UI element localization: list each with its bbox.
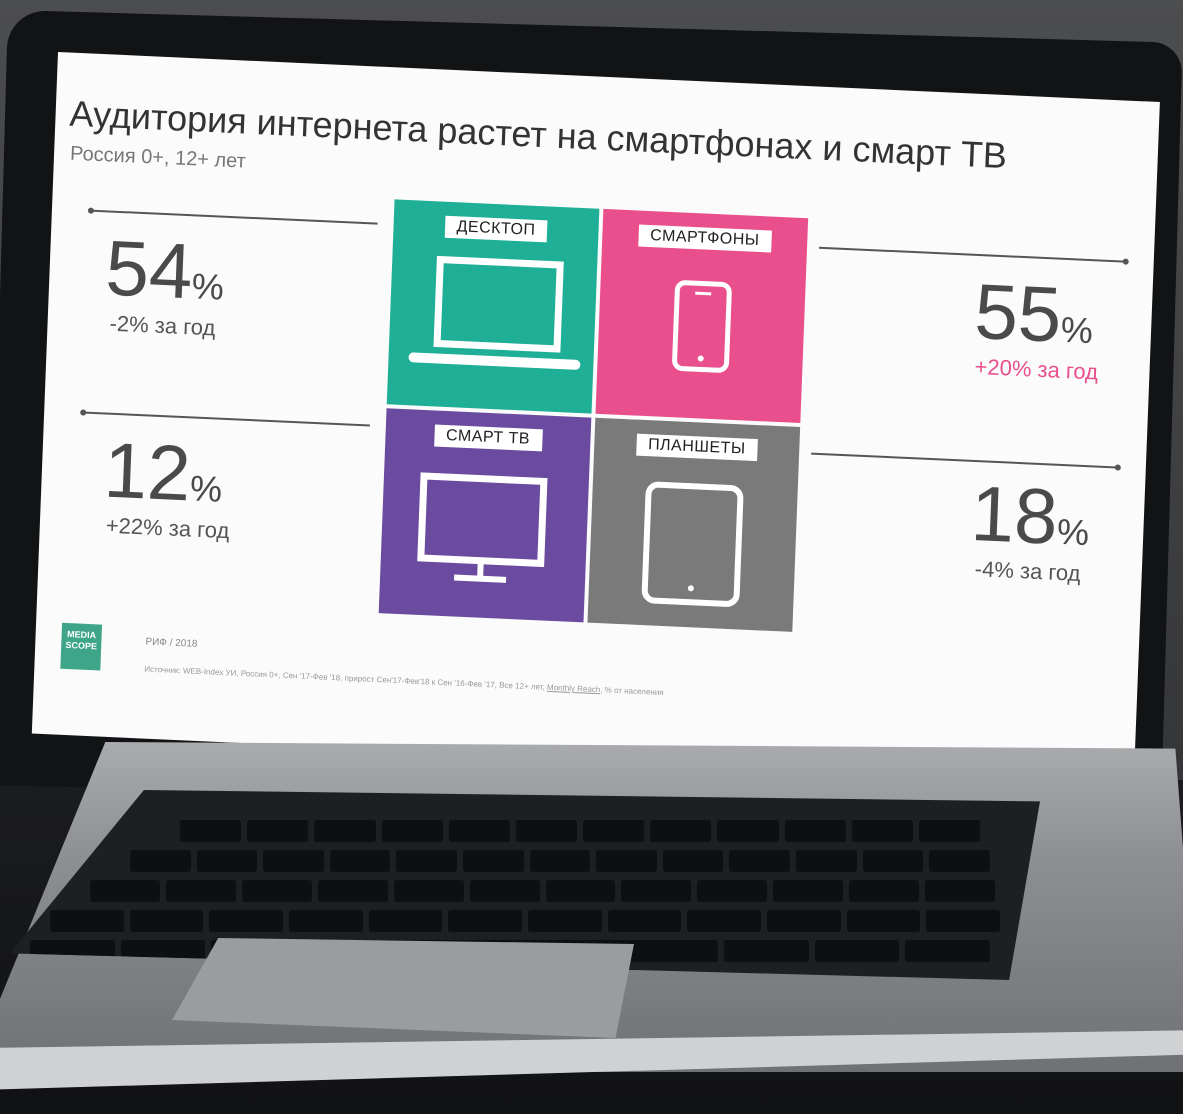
key-row [10, 880, 1040, 902]
key [469, 880, 540, 902]
stat-line [819, 246, 1125, 263]
key [784, 820, 846, 842]
stat-smart-tv: 12% +22% за год [44, 409, 374, 543]
tablet-icon [641, 481, 744, 607]
key [448, 820, 510, 842]
key [50, 910, 124, 932]
key [767, 910, 841, 932]
laptop-photo: Аудитория интернета растет на смартфонах… [0, 0, 1183, 1114]
key [918, 820, 981, 842]
key [926, 910, 1001, 932]
stat-line-dot [1122, 258, 1129, 265]
key [241, 880, 312, 902]
key [515, 820, 578, 842]
key [724, 940, 809, 962]
key [621, 880, 692, 902]
monitor-icon [417, 472, 548, 583]
laptop-icon [408, 255, 581, 370]
key [314, 820, 376, 842]
slide-subtitle: Россия 0+, 12+ лет [69, 142, 247, 173]
key [814, 940, 900, 962]
key [773, 880, 844, 902]
stat-line [811, 452, 1117, 469]
key [729, 850, 791, 872]
key [846, 910, 921, 932]
key [289, 910, 363, 932]
key [463, 850, 524, 872]
key [329, 850, 391, 872]
mediascope-logo: MEDIA SCOPE [60, 622, 103, 671]
source-text: Источник: WEB-Index УИ, Россия 0+, Сен '… [144, 664, 548, 692]
footer-rif: РИФ / 2018 [145, 636, 198, 650]
key [905, 940, 990, 962]
stat-change: +22% за год [105, 512, 230, 544]
stat-smartphones: 55% +20% за год [819, 246, 1149, 384]
tile-desktop: ДЕСКТОП [386, 199, 600, 414]
key [851, 820, 913, 842]
key-row [10, 850, 1040, 872]
key [368, 910, 443, 932]
key [180, 820, 242, 842]
key [583, 820, 645, 842]
key [209, 910, 284, 932]
key [196, 850, 258, 872]
key [929, 850, 990, 872]
stat-change: +20% за год [974, 353, 1099, 385]
key [90, 880, 160, 902]
key [849, 880, 920, 902]
laptop-screen: Аудитория интернета растет на смартфонах… [31, 52, 1160, 784]
tile-smartphones: СМАРТФОНЫ [595, 208, 809, 424]
key [607, 910, 682, 932]
key [596, 850, 657, 872]
key [662, 850, 724, 872]
stat-change: -4% за год [974, 556, 1082, 586]
key [165, 880, 236, 902]
stat-desktop: 54% -2% за год [52, 207, 382, 340]
device-tiles: ДЕСКТОП СМАРТФОНЫ СМАРТ ТВ ПЛАНШЕТЫ [378, 199, 810, 632]
tile-tablets: ПЛАНШЕТЫ [587, 417, 801, 632]
key [528, 910, 602, 932]
key [697, 880, 768, 902]
key [925, 880, 996, 902]
key [129, 910, 204, 932]
key [862, 850, 924, 872]
stat-tablets: 18% -4% за год [811, 452, 1141, 586]
key [247, 820, 309, 842]
key [796, 850, 857, 872]
key [263, 850, 324, 872]
source-link: Monthly Reach [546, 682, 601, 695]
key [393, 880, 464, 902]
logo-line: SCOPE [65, 639, 98, 652]
stat-line [82, 411, 370, 427]
key [317, 880, 388, 902]
key [448, 910, 523, 932]
key-row [10, 820, 1040, 842]
smartphone-icon [672, 280, 732, 373]
key [545, 880, 616, 902]
key [687, 910, 762, 932]
key [396, 850, 458, 872]
stat-line-dot [1114, 464, 1121, 471]
tile-smart-tv: СМАРТ ТВ [378, 408, 592, 623]
key [717, 820, 779, 842]
key [529, 850, 591, 872]
footer-source: Источник: WEB-Index УИ, Россия 0+, Сен '… [144, 665, 664, 698]
key [130, 850, 191, 872]
stat-change: -2% за год [109, 310, 216, 341]
key [381, 820, 443, 842]
key-row [10, 910, 1040, 932]
source-tail: , % от населения [600, 685, 664, 698]
key [650, 820, 712, 842]
stat-line [89, 209, 378, 225]
